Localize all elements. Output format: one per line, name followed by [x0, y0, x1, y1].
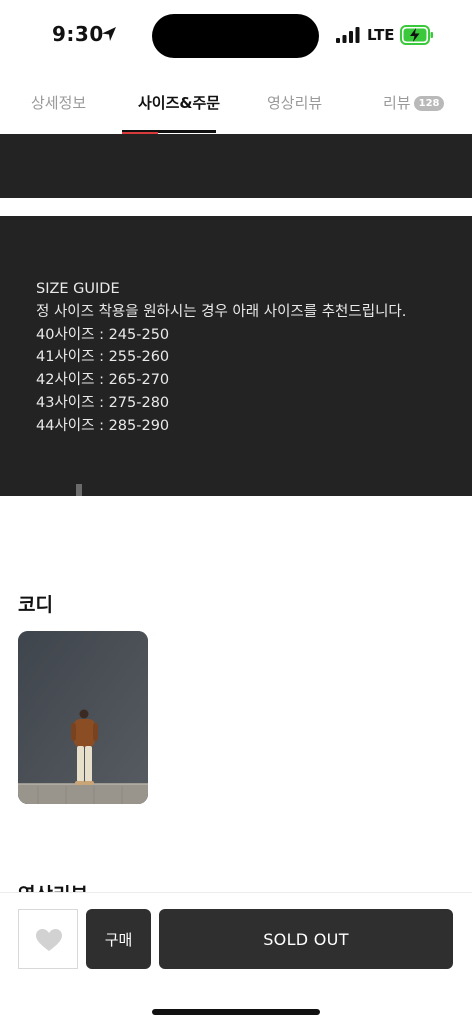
tab-label: 상세정보 — [31, 94, 87, 112]
battery-charging-icon — [400, 25, 433, 45]
size-guide-heading: SIZE GUIDE — [36, 281, 120, 297]
size-guide-panel: SIZE GUIDE 정 사이즈 착용을 원하시는 경우 아래 사이즈를 추천드… — [0, 216, 472, 496]
tab-label: 사이즈&주문 — [138, 94, 221, 112]
size-guide-recommendation: 정 사이즈 착용을 원하시는 경우 아래 사이즈를 추천드립니다. — [36, 303, 407, 320]
location-arrow-icon — [102, 27, 116, 41]
size-guide-text: SIZE GUIDE 정 사이즈 착용을 원하시는 경우 아래 사이즈를 추천드… — [36, 278, 406, 438]
sold-out-label: SOLD OUT — [263, 929, 349, 949]
tab-review[interactable]: 리뷰 128 — [383, 92, 445, 113]
size-guide-row: 44사이즈 : 285-290 — [36, 417, 170, 434]
image-edge-mark — [76, 484, 82, 496]
tab-label: 리뷰 — [383, 94, 411, 112]
coordi-photo[interactable] — [18, 631, 148, 804]
size-guide-row: 40사이즈 : 245-250 — [36, 326, 170, 343]
buy-button-label: 구매 — [104, 930, 133, 949]
tab-detail-info[interactable]: 상세정보 — [31, 92, 86, 113]
dynamic-island — [152, 14, 319, 58]
network-label: LTE — [367, 26, 395, 44]
sold-out-button[interactable]: SOLD OUT — [159, 909, 453, 969]
size-guide-row: 43사이즈 : 275-280 — [36, 394, 170, 411]
buy-button[interactable]: 구매 — [86, 909, 151, 969]
size-guide-row: 41사이즈 : 255-260 — [36, 349, 170, 366]
status-time: 9:30 — [52, 22, 104, 46]
status-bar: 9:30 LTE — [0, 0, 472, 72]
home-indicator[interactable] — [152, 1009, 320, 1015]
like-button[interactable] — [18, 909, 78, 969]
bottom-action-bar: 구매 SOLD OUT — [0, 892, 472, 1024]
detail-image-top — [0, 134, 472, 198]
coordi-section-title: 코디 — [18, 594, 53, 616]
tab-size-order[interactable]: 사이즈&주문 — [138, 92, 220, 113]
size-guide-row: 42사이즈 : 265-270 — [36, 372, 170, 389]
tab-video-review[interactable]: 영상리뷰 — [267, 92, 322, 113]
signal-icon — [336, 27, 360, 43]
tab-label: 영상리뷰 — [267, 94, 323, 112]
heart-icon — [36, 929, 62, 951]
review-count-badge: 128 — [413, 96, 445, 111]
coordi-photo-image — [18, 631, 148, 804]
product-tabs: 상세정보 사이즈&주문 영상리뷰 리뷰 128 — [0, 80, 472, 134]
